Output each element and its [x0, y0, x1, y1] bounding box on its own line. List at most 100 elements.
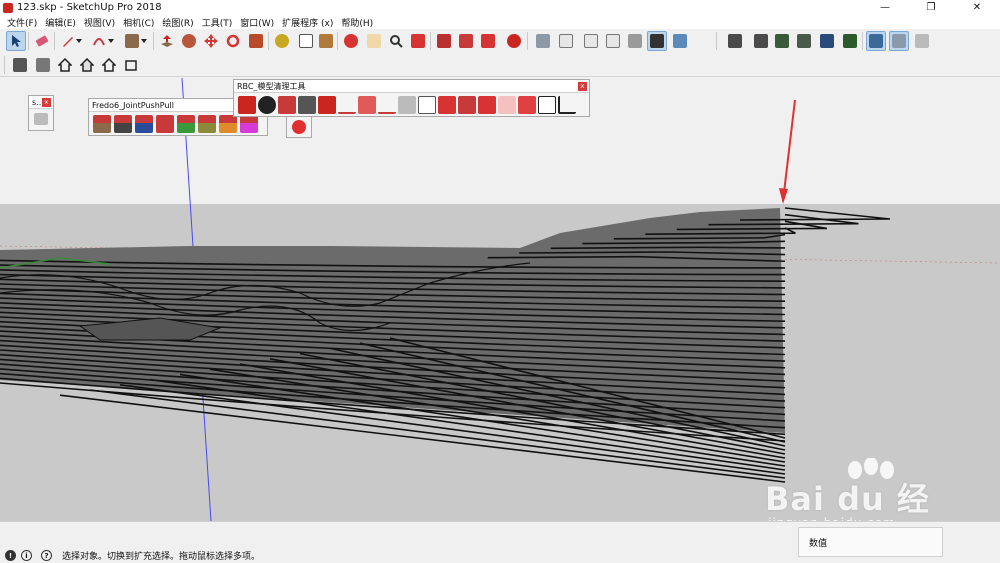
top-view-button[interactable] [647, 31, 667, 51]
minimize-button[interactable]: — [862, 0, 908, 15]
rbc-axis-icon[interactable] [558, 96, 576, 114]
secondary-toolbar [0, 53, 1000, 77]
menu-window[interactable]: 窗口(W) [236, 16, 278, 29]
right-view-button[interactable] [603, 31, 623, 51]
jpp-orange-icon[interactable] [219, 115, 237, 133]
share-model-button[interactable] [478, 31, 498, 51]
menu-draw[interactable]: 绘图(R) [158, 16, 197, 29]
text-tool-button[interactable] [296, 31, 316, 51]
geo-location-button[interactable] [866, 31, 886, 51]
top-view-tool-button[interactable] [556, 31, 576, 51]
rbc-panel-title: RBC_模型清理工具 [234, 80, 589, 93]
followme-tool-button[interactable] [179, 31, 199, 51]
make-component-button[interactable] [10, 55, 30, 75]
rbc-purge-icon[interactable] [278, 96, 296, 114]
jpp-normal-icon[interactable] [135, 115, 153, 133]
close-button[interactable]: ✕ [954, 0, 1000, 15]
box-button[interactable] [121, 55, 141, 75]
arc-dropdown[interactable] [106, 31, 116, 51]
rbc-hatch-icon[interactable] [498, 96, 516, 114]
house-detail-button[interactable] [77, 55, 97, 75]
rbc-line-icon[interactable] [338, 96, 356, 114]
sandbox-button[interactable] [889, 31, 909, 51]
help-icon[interactable]: ? [41, 550, 52, 561]
section-plane-button[interactable] [33, 55, 53, 75]
tape-measure-button[interactable] [272, 31, 292, 51]
zoom-tool-button[interactable] [386, 31, 406, 51]
pushpull-tool-button[interactable] [157, 31, 177, 51]
jpp-extrude-icon[interactable] [156, 115, 174, 133]
import-button[interactable] [912, 31, 932, 51]
front-view-button[interactable] [581, 31, 601, 51]
rbc-red-face-icon[interactable] [438, 96, 456, 114]
rbc-pipe-icon[interactable] [298, 96, 316, 114]
style-monochrome-button[interactable] [817, 31, 837, 51]
measurements-box[interactable]: 数值 [798, 527, 943, 557]
style-shaded-button[interactable] [772, 31, 792, 51]
jpp-pink-icon[interactable] [240, 115, 258, 133]
menu-tools[interactable]: 工具(T) [198, 16, 237, 29]
move-tool-button[interactable] [201, 31, 221, 51]
arc-icon [93, 38, 105, 46]
pencil-dropdown[interactable] [74, 31, 84, 51]
house-outline-button[interactable] [55, 55, 75, 75]
jpp-follow-icon[interactable] [198, 115, 216, 133]
house-icon [58, 58, 72, 72]
rbc-trash-icon[interactable] [398, 96, 416, 114]
menu-help[interactable]: 帮助(H) [337, 16, 377, 29]
rbc-flag-icon[interactable] [518, 96, 536, 114]
back-view-button[interactable] [625, 31, 645, 51]
orbit-tool-button[interactable] [341, 31, 361, 51]
rbc-s-icon[interactable] [292, 120, 306, 134]
paint-bucket-button[interactable] [316, 31, 336, 51]
xray-cube-icon [673, 34, 687, 48]
zoom-extents-button[interactable] [408, 31, 428, 51]
jpp-green-icon[interactable] [177, 115, 195, 133]
menu-extensions[interactable]: 扩展程序 (x) [278, 16, 337, 29]
pan-tool-button[interactable] [364, 31, 384, 51]
menu-edit[interactable]: 编辑(E) [41, 16, 80, 29]
extension-manager-button[interactable] [504, 31, 524, 51]
small-panel: s... x [28, 95, 54, 131]
right-view-icon [606, 34, 620, 48]
style-xray-button[interactable] [840, 31, 860, 51]
measurements-label: 数值 [809, 539, 828, 549]
rbc-brush-icon[interactable] [238, 96, 256, 114]
jpp-vector-icon[interactable] [114, 115, 132, 133]
small-panel-close-button[interactable]: x [42, 98, 51, 107]
sketchup-logo-icon [3, 2, 13, 13]
style-textured-button[interactable] [794, 31, 814, 51]
rbc-face-icon[interactable] [418, 96, 436, 114]
jpp-joint-icon[interactable] [93, 115, 111, 133]
maximize-button[interactable]: ❐ [908, 0, 954, 15]
iso-view-button[interactable] [533, 31, 553, 51]
warehouse-button[interactable] [434, 31, 454, 51]
style-hidden-line-button[interactable] [751, 31, 771, 51]
status-message: 选择对象。切换到扩充选择。拖动鼠标选择多项。 [62, 552, 261, 562]
rbc-m-icon[interactable] [538, 96, 556, 114]
select-tool-button[interactable] [6, 31, 26, 51]
scale-tool-button[interactable] [246, 31, 266, 51]
menu-camera[interactable]: 相机(C) [119, 16, 158, 29]
credit-icon[interactable]: i [21, 550, 32, 561]
xray-view-button[interactable] [670, 31, 690, 51]
menu-file[interactable]: 文件(F) [3, 16, 41, 29]
extension-warehouse-button[interactable] [456, 31, 476, 51]
rbc-cube-icon[interactable] [318, 96, 336, 114]
shape-dropdown[interactable] [139, 31, 149, 51]
rbc-split-icon[interactable] [458, 96, 476, 114]
rbc-ramp-icon[interactable] [358, 96, 376, 114]
rotate-tool-button[interactable] [223, 31, 243, 51]
model-viewport[interactable]: s... x Fredo6_JointPushPull RBC_模型清理工具 x [0, 78, 1000, 521]
eraser-tool-button[interactable] [32, 31, 52, 51]
status-bar: ! i ? 选择对象。切换到扩充选择。拖动鼠标选择多项。 数值 [0, 521, 1000, 563]
rbc-gear-icon[interactable] [258, 96, 276, 114]
info-icon[interactable]: ! [5, 550, 16, 561]
pushpull-icon [161, 35, 173, 47]
house-plain-button[interactable] [99, 55, 119, 75]
rbc-panel-close-button[interactable]: x [578, 82, 587, 91]
menu-view[interactable]: 视图(V) [80, 16, 119, 29]
rbc-layers-icon[interactable] [478, 96, 496, 114]
style-wireframe-button[interactable] [725, 31, 745, 51]
rbc-edge-icon[interactable] [378, 96, 396, 114]
